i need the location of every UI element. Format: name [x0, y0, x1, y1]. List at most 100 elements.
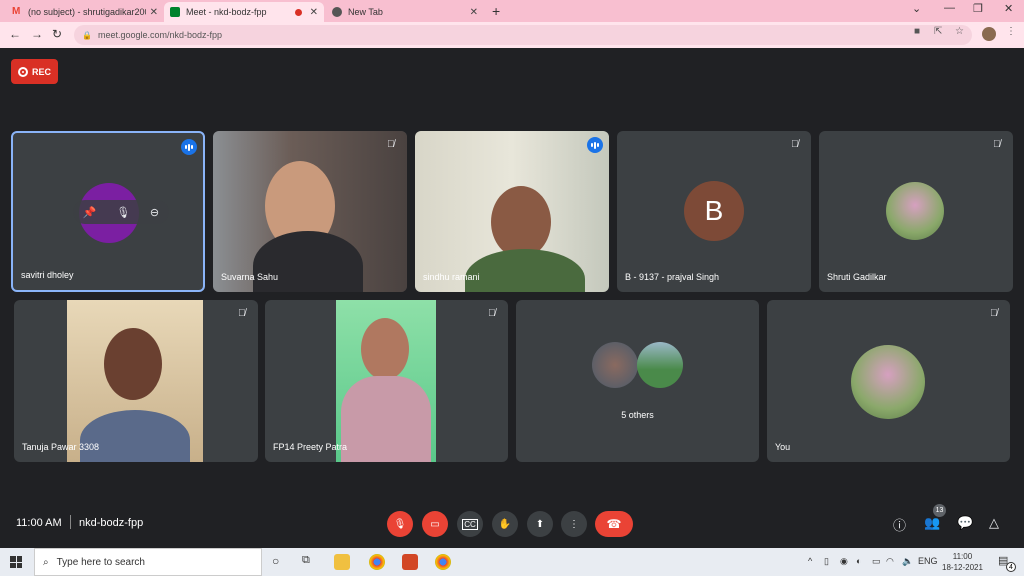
menu-dots-icon[interactable]: ⋮ [1006, 26, 1016, 37]
tab-title: New Tab [348, 7, 383, 17]
microphone-off-button[interactable]: 🎙 [387, 511, 413, 537]
participant-body [80, 410, 190, 462]
close-icon[interactable]: ✕ [470, 7, 478, 18]
participant-body [341, 376, 431, 462]
clock-time: 11:00 [952, 552, 973, 561]
mic-off-icon: 🎙̸ [387, 139, 395, 150]
gmail-icon: M [12, 6, 21, 17]
participant-name: Suvarna Sahu [221, 272, 279, 282]
chrome-icon [332, 7, 342, 17]
speaking-indicator-icon [181, 139, 197, 155]
battery-icon[interactable]: ▭ [872, 556, 881, 567]
divider [70, 515, 71, 529]
tab-title: Meet - nkd-bodz-fpp [186, 7, 267, 17]
clock-date: 18-12-2021 [942, 563, 983, 572]
camera-icon[interactable]: ■ [914, 26, 920, 37]
windows-start-icon[interactable] [10, 556, 22, 568]
more-options-button[interactable]: ⋮ [561, 511, 587, 537]
camera-off-button[interactable]: ▭ [422, 511, 448, 537]
captions-button[interactable]: CC [457, 511, 483, 537]
participant-tile[interactable]: sindhu ramani [415, 131, 609, 292]
hang-up-icon: ☎ [606, 517, 622, 531]
captions-icon: CC [462, 518, 478, 530]
cortana-icon[interactable]: ○ [272, 554, 279, 568]
participants-count-badge: 13 [933, 504, 946, 517]
file-explorer-icon[interactable] [334, 554, 350, 570]
url-field[interactable]: 🔒 meet.google.com/nkd-bodz-fpp [74, 25, 972, 45]
tray-app-icon[interactable]: ◉ [840, 556, 848, 567]
participant-face [104, 328, 162, 400]
recording-indicator[interactable]: REC [11, 59, 58, 84]
new-tab-plus-icon[interactable]: + [492, 3, 500, 19]
tab-search-chevron-icon[interactable]: ⌄ [912, 2, 921, 15]
pin-icon[interactable]: 📌 [83, 206, 97, 219]
tab-meet[interactable]: Meet - nkd-bodz-fpp ✕ [164, 2, 324, 22]
participant-face [361, 318, 409, 380]
mute-mic-icon[interactable]: 🎙 [116, 206, 130, 219]
close-icon[interactable]: ✕ [310, 7, 318, 18]
window-close-icon[interactable]: ✕ [1004, 2, 1013, 15]
task-view-icon[interactable]: ⧉ [302, 554, 310, 567]
leave-call-button[interactable]: ☎ [595, 511, 633, 537]
avatar: B [684, 181, 744, 241]
remove-icon[interactable]: ⊖ [150, 206, 159, 219]
taskbar-search-box[interactable]: ⌕ Type here to search [34, 548, 262, 576]
participant-name: sindhu ramani [423, 272, 480, 282]
powerpoint-icon[interactable] [402, 554, 418, 570]
search-placeholder: Type here to search [56, 556, 145, 568]
reload-icon[interactable]: ↻ [52, 27, 62, 41]
show-hidden-icons-chevron-icon[interactable]: ^ [808, 556, 812, 566]
participant-name: FP14 Preety Patra [273, 442, 348, 452]
profile-avatar[interactable] [982, 27, 996, 41]
self-tile[interactable]: 🎙̸ You [767, 300, 1010, 462]
activities-icon[interactable]: △ [989, 515, 999, 531]
tab-gmail[interactable]: M (no subject) - shrutigadikar2001 ✕ [6, 2, 164, 22]
chrome-icon[interactable] [369, 554, 385, 570]
mic-off-icon: 🎙̸ [488, 308, 496, 319]
restore-icon[interactable]: ❐ [973, 2, 983, 15]
mic-off-icon: 🎙̸ [238, 308, 246, 319]
chat-icon[interactable]: 💬 [957, 515, 973, 531]
browser-tab-bar: M (no subject) - shrutigadikar2001 ✕ Mee… [0, 0, 1024, 22]
participant-tile[interactable]: 📌 🎙 ⊖ savitri dholey [11, 131, 205, 292]
people-icon[interactable]: 👥 [924, 515, 940, 531]
wifi-icon[interactable]: ◠ [886, 556, 894, 567]
volume-icon[interactable]: 🔈 [902, 556, 913, 567]
tray-app-icon[interactable]: ▯ [824, 556, 829, 567]
forward-arrow-icon[interactable]: → [31, 27, 43, 41]
taskbar-clock[interactable]: 11:00 18-12-2021 [942, 551, 983, 573]
record-icon [17, 66, 28, 77]
participant-name: Tanuja Pawar 3308 [22, 442, 100, 452]
chrome-icon[interactable] [435, 554, 451, 570]
meeting-controls-bar: 11:00 AM nkd-bodz-fpp 🎙 ▭ CC ✋ ⬆ ⋮ ☎ ⓘ 👥… [0, 500, 1024, 548]
search-icon: ⌕ [43, 556, 49, 568]
minimize-icon[interactable]: — [944, 2, 955, 14]
participant-tile[interactable]: 🎙̸ FP14 Preety Patra [265, 300, 508, 462]
bookmark-star-icon[interactable]: ☆ [955, 26, 964, 37]
present-button[interactable]: ⬆ [527, 511, 553, 537]
meeting-code: nkd-bodz-fpp [79, 517, 144, 529]
others-tile[interactable]: 5 others [516, 300, 759, 462]
participant-tile[interactable]: 🎙̸ Shruti Gadilkar [819, 131, 1013, 292]
participant-tile[interactable]: B 🎙̸ B - 9137 - prajval Singh [617, 131, 811, 292]
avatar [637, 342, 683, 388]
participant-tile[interactable]: 🎙̸ Tanuja Pawar 3308 [14, 300, 258, 462]
participant-name: Shruti Gadilkar [827, 272, 887, 282]
participant-tile[interactable]: 🎙̸ Suvarna Sahu [213, 131, 407, 292]
participant-name: savitri dholey [21, 270, 74, 280]
meeting-time: 11:00 AM [16, 517, 62, 529]
language-indicator[interactable]: ENG [918, 556, 938, 566]
more-vert-icon: ⋮ [569, 518, 579, 530]
back-arrow-icon[interactable]: ← [9, 27, 21, 41]
raise-hand-button[interactable]: ✋ [492, 511, 518, 537]
tab-title: (no subject) - shrutigadikar2001 [28, 7, 146, 17]
tray-app-icon[interactable]: ◐ [856, 556, 861, 566]
windows-taskbar: ⌕ Type here to search ○ ⧉ ^ ▯ ◉ ◐ ▭ ◠ 🔈 … [0, 548, 1024, 576]
address-bar: ← → ↻ 🔒 meet.google.com/nkd-bodz-fpp ■ ⇱… [0, 22, 1024, 48]
info-icon[interactable]: ⓘ [893, 515, 906, 534]
tab-newtab[interactable]: New Tab ✕ [326, 2, 484, 22]
share-icon[interactable]: ⇱ [934, 26, 942, 37]
participant-face [491, 186, 551, 258]
close-icon[interactable]: ✕ [150, 7, 158, 18]
meet-icon [170, 7, 180, 17]
